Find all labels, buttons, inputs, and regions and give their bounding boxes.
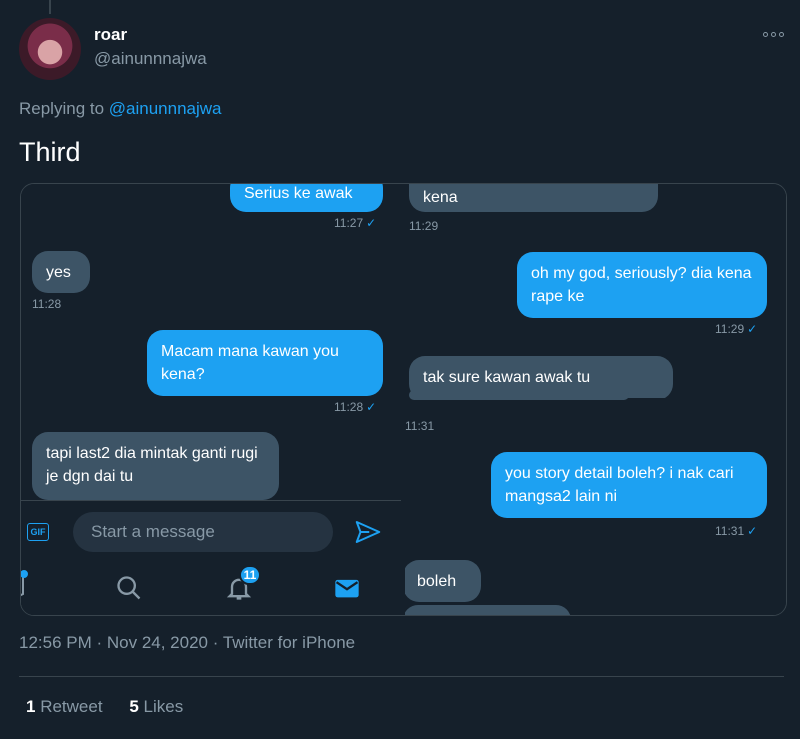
tweet-media[interactable]: Serius ke awak 11:27 ✓ yes 11:28 Macam ma… <box>20 183 787 616</box>
message-time: 11:27 ✓ <box>334 216 377 230</box>
screenshot-left[interactable]: Serius ke awak 11:27 ✓ yes 11:28 Macam ma… <box>21 184 401 615</box>
message-bubble-out: Serius ke awak <box>230 184 383 212</box>
user-handle[interactable]: @ainunnnajwa <box>94 49 207 69</box>
retweet-count[interactable]: 1 Retweet <box>26 697 103 716</box>
tweet-text: Third <box>19 137 81 167</box>
like-count[interactable]: 5 Likes <box>129 697 183 716</box>
message-time: 11:31 ✓ <box>715 524 758 538</box>
avatar[interactable] <box>19 18 81 80</box>
send-icon[interactable] <box>353 517 383 547</box>
tweet-meta: 12:56 PM · Nov 24, 2020 · Twitter for iP… <box>19 633 356 652</box>
message-bubble-out: oh my god, seriously? dia kena rape ke <box>517 252 767 318</box>
notification-badge: 11 <box>239 565 261 585</box>
tweet-date[interactable]: Nov 24, 2020 <box>107 633 208 652</box>
message-bubble-in: yes <box>32 251 90 293</box>
message-time: 11:28 ✓ <box>334 400 377 414</box>
message-bubble-in: boleh <box>405 560 481 602</box>
screenshot-right[interactable]: kena 11:29 oh my god, seriously? dia ken… <box>405 184 786 615</box>
replying-to: Replying to @ainunnnajwa <box>19 99 222 119</box>
gif-icon[interactable]: GIF <box>27 523 49 541</box>
tweet-stats: 1 Retweet 5 Likes <box>26 697 205 717</box>
display-name[interactable]: roar <box>94 25 127 45</box>
message-time: 11:31 <box>405 419 435 433</box>
mail-icon[interactable] <box>333 574 361 602</box>
message-bubble-partial <box>409 390 629 400</box>
message-time: 11:28 <box>32 297 62 311</box>
message-bubble-in: kena <box>409 184 658 212</box>
message-bubble-out: Macam mana kawan you kena? <box>147 330 383 396</box>
tweet-source[interactable]: Twitter for iPhone <box>223 633 355 652</box>
message-bubble-in: tapi last2 dia mintak ganti rugi je dgn … <box>32 432 279 500</box>
tweet-time[interactable]: 12:56 PM <box>19 633 92 652</box>
dm-composer: GIF <box>21 500 401 571</box>
more-icon[interactable] <box>760 27 786 41</box>
message-time: 11:29 ✓ <box>715 322 758 336</box>
message-bubble-partial <box>405 605 571 615</box>
message-bubble-out: you story detail boleh? i nak cari mangs… <box>491 452 767 518</box>
replying-prefix: Replying to <box>19 99 109 118</box>
divider <box>19 676 784 677</box>
home-icon[interactable] <box>21 570 31 607</box>
message-input[interactable] <box>73 512 333 552</box>
search-icon[interactable] <box>115 574 143 602</box>
replying-handle-link[interactable]: @ainunnnajwa <box>109 99 222 118</box>
screenshot-seam <box>405 398 786 414</box>
thread-line <box>49 0 51 14</box>
message-time: 11:29 <box>409 219 439 233</box>
tab-bar: 11 <box>21 565 401 615</box>
